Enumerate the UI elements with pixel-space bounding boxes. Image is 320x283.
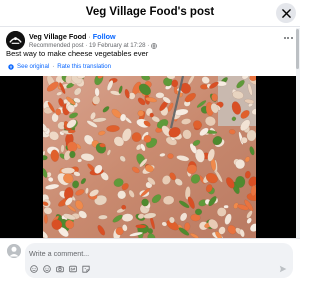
translation-separator: ·	[52, 63, 55, 70]
post-meta: Recommended post · 19 February at 17:28 …	[29, 42, 158, 49]
page-avatar[interactable]	[6, 31, 25, 50]
more-options-icon	[283, 37, 286, 39]
avatar-sticker-icon	[81, 265, 90, 273]
user-avatar[interactable]	[7, 244, 21, 258]
more-options-button[interactable]	[282, 34, 294, 42]
close-icon	[281, 8, 291, 18]
follow-button[interactable]: Follow	[93, 32, 116, 41]
more-options-icon-dot	[287, 37, 289, 39]
camera-icon	[55, 265, 64, 272]
author-name[interactable]: Veg Village Food	[29, 32, 86, 41]
comment-input[interactable]	[29, 247, 259, 259]
post-photo[interactable]	[43, 76, 256, 238]
sticker-button[interactable]	[29, 264, 38, 273]
avatar-sticker-button[interactable]	[81, 264, 90, 273]
translate-icon	[8, 63, 14, 70]
sticker-icon	[29, 264, 38, 273]
gif-button[interactable]	[68, 264, 77, 273]
scrollbar-thumb[interactable]	[296, 29, 299, 69]
more-options-icon-dot	[290, 37, 293, 39]
dialog-title: Veg Village Food's post	[85, 6, 215, 18]
comment-box	[25, 243, 293, 278]
gif-icon	[68, 265, 77, 272]
dialog-header: Veg Village Food's post	[0, 0, 300, 27]
translation-row: See original · Rate this translation	[8, 63, 111, 70]
comment-composer	[0, 238, 300, 283]
user-avatar-icon	[7, 244, 21, 258]
send-button[interactable]	[279, 265, 288, 274]
post-media[interactable]	[0, 76, 296, 238]
emoji-button[interactable]	[42, 264, 51, 273]
send-icon	[279, 265, 287, 273]
rate-translation-link[interactable]: Rate this translation	[57, 63, 111, 70]
post-photo-image	[43, 76, 256, 238]
post-caption: Best way to make cheese vegetables ever	[6, 49, 149, 58]
see-original-link[interactable]: See original	[17, 63, 49, 70]
close-button[interactable]	[276, 3, 296, 23]
globe-icon	[151, 42, 158, 49]
comment-tools	[29, 264, 90, 273]
post-meta-text[interactable]: Recommended post · 19 February at 17:28 …	[29, 42, 149, 49]
page-avatar-logo	[6, 31, 25, 50]
emoji-icon	[42, 264, 51, 273]
camera-button[interactable]	[55, 264, 64, 273]
author-line: Veg Village Food · Follow	[29, 32, 116, 41]
author-separator: ·	[88, 32, 91, 41]
